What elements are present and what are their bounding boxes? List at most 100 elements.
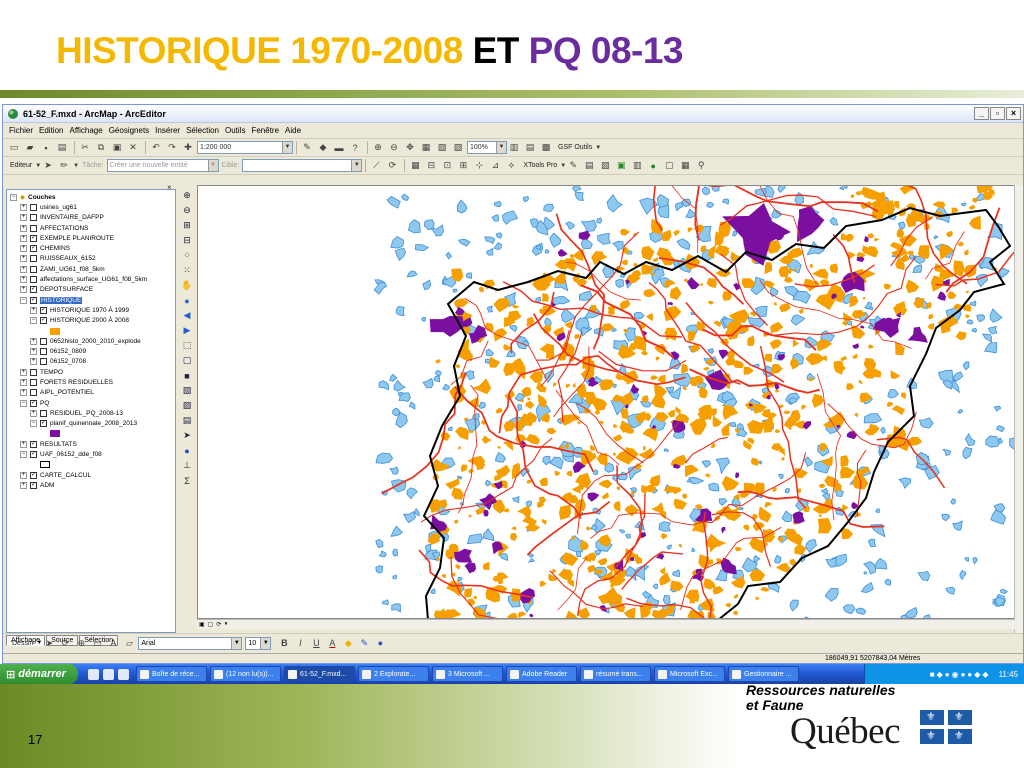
taskbar-button[interactable]: Microsoft Exc... bbox=[654, 666, 725, 682]
chevron-down-icon[interactable]: ▼ bbox=[351, 160, 362, 171]
taskbar-button[interactable]: 61-52_F.mxd... bbox=[284, 666, 355, 682]
layer-visibility-checkbox[interactable] bbox=[30, 276, 37, 284]
layer-visibility-checkbox[interactable]: ✓ bbox=[30, 245, 37, 253]
quick-launch-icon[interactable] bbox=[118, 668, 129, 680]
toc-layer-item[interactable]: − ✓ planif_quinennale_2008_2013 bbox=[10, 419, 175, 429]
close-button[interactable]: × bbox=[1006, 107, 1021, 120]
expand-icon[interactable]: + bbox=[20, 265, 27, 273]
print-icon[interactable]: ▤ bbox=[55, 141, 69, 155]
layer-visibility-checkbox[interactable] bbox=[40, 409, 47, 417]
save-icon[interactable]: ▪ bbox=[39, 141, 53, 155]
layout-zoom-in-icon[interactable]: ⊕ bbox=[371, 141, 385, 155]
sum-sigma-icon[interactable]: Σ bbox=[181, 474, 194, 487]
collapse-icon[interactable]: − bbox=[30, 317, 37, 325]
toc-layer-item[interactable]: + ✓ EXEMPLE PLANIROUTE bbox=[10, 233, 175, 243]
zoom-in-icon[interactable]: ⊕ bbox=[181, 189, 194, 202]
toggle-draft-icon[interactable]: ▥ bbox=[507, 141, 521, 155]
font-combo[interactable]: Arial ▼ bbox=[138, 636, 243, 650]
expand-icon[interactable]: + bbox=[20, 440, 27, 448]
expand-icon[interactable]: + bbox=[30, 358, 37, 366]
draw-menu[interactable]: Dessin bbox=[12, 640, 33, 647]
pointer-arrow-icon[interactable]: ➤ bbox=[181, 429, 194, 442]
zoom-out-icon[interactable]: ⊖ bbox=[181, 204, 194, 217]
undo-icon[interactable]: ↶ bbox=[149, 141, 163, 155]
layer-visibility-checkbox[interactable]: ✓ bbox=[30, 296, 37, 304]
focus-frame-icon[interactable]: ▤ bbox=[523, 141, 537, 155]
menu-affichage[interactable]: Affichage bbox=[69, 126, 102, 135]
toc-layer-item[interactable]: − ✓ PQ bbox=[10, 398, 175, 408]
layer-visibility-checkbox[interactable] bbox=[30, 255, 37, 263]
toc-layer-item[interactable]: +06152_0708 bbox=[10, 357, 175, 367]
topology-icon[interactable]: ⊡ bbox=[440, 159, 454, 173]
whats-this-icon[interactable]: ? bbox=[348, 141, 362, 155]
layout-full-extent-icon[interactable]: ▨ bbox=[451, 141, 465, 155]
rectangle-icon[interactable]: ▭ bbox=[90, 636, 104, 650]
new-text-icon[interactable]: A bbox=[106, 636, 120, 650]
pan-hand-icon[interactable]: ✋ bbox=[181, 279, 194, 292]
toolbar-manager-icon[interactable]: ▩ bbox=[539, 141, 553, 155]
window-titlebar[interactable]: 61-52_F.mxd - ArcMap - ArcEditor _ ▫ × bbox=[3, 105, 1023, 123]
layer-visibility-checkbox[interactable]: ✓ bbox=[30, 440, 37, 448]
font-size-combo[interactable]: 10 ▼ bbox=[245, 636, 272, 650]
full-extent-globe-icon[interactable]: ● bbox=[181, 294, 194, 307]
select-elements-icon[interactable]: ■ bbox=[181, 369, 194, 382]
layout-fixed-zoom-icon[interactable]: ▦ bbox=[419, 141, 433, 155]
expand-icon[interactable]: + bbox=[30, 337, 37, 345]
split-tool-icon[interactable]: ⟋ bbox=[369, 159, 383, 173]
layer-visibility-checkbox[interactable]: ✓ bbox=[30, 234, 37, 242]
toc-layer-item[interactable]: + ✓ CHEMINS bbox=[10, 243, 175, 253]
toc-layer-item[interactable]: − ✓ UAF_06152_dde_f08 bbox=[10, 449, 175, 459]
snapping-icon[interactable]: ⊞ bbox=[456, 159, 470, 173]
report-icon[interactable]: ▢ bbox=[662, 159, 676, 173]
reshape-icon[interactable]: ⊿ bbox=[488, 159, 502, 173]
menu-aide[interactable]: Aide bbox=[285, 126, 301, 135]
expand-icon[interactable]: + bbox=[30, 348, 37, 356]
editor-menu[interactable]: Editeur bbox=[10, 162, 32, 169]
arcmap-window[interactable]: 61-52_F.mxd - ArcMap - ArcEditor _ ▫ × F… bbox=[2, 104, 1024, 664]
select-elements-arrow-icon[interactable]: ➤ bbox=[42, 636, 56, 650]
identify-table-icon[interactable]: ▤ bbox=[582, 159, 596, 173]
toc-layer-item[interactable]: + usines_ug61 bbox=[10, 202, 175, 212]
expand-icon[interactable]: + bbox=[20, 471, 27, 479]
clear-selection-icon[interactable]: ▢ bbox=[181, 354, 194, 367]
layout-pan-icon[interactable]: ✥ bbox=[403, 141, 417, 155]
toc-layer-item[interactable]: − ✓ HISTORIQUE 2000 À 2008 bbox=[10, 316, 175, 326]
paste-icon[interactable]: ▣ bbox=[110, 141, 124, 155]
task-combo[interactable]: Créer une nouvelle entité ▼ bbox=[106, 159, 219, 172]
toc-layer-item[interactable]: + RUISSEAUX_6152 bbox=[10, 254, 175, 264]
toc-layer-item[interactable]: + affectations_surface_UG61_f08_5km bbox=[10, 274, 175, 284]
layer-visibility-checkbox[interactable] bbox=[30, 389, 37, 397]
chevron-down-icon[interactable]: ▼ bbox=[595, 145, 601, 151]
toc-layer-item[interactable]: + ZAMI_UG61_f08_5km bbox=[10, 264, 175, 274]
rotate-tool-icon[interactable]: ⟳ bbox=[385, 159, 399, 173]
redo-icon[interactable]: ↷ bbox=[165, 141, 179, 155]
arctoolbox-icon[interactable]: ◆ bbox=[316, 141, 330, 155]
zoom-grid-icon[interactable]: ⁙ bbox=[181, 264, 194, 277]
html-popup-icon[interactable]: ▤ bbox=[181, 414, 194, 427]
toc-layer-item[interactable]: + ✓ DEPOTSURFACE bbox=[10, 285, 175, 295]
toc-layer-item[interactable]: +06152_0809 bbox=[10, 346, 175, 356]
expand-icon[interactable]: + bbox=[20, 286, 27, 294]
toc-layer-item[interactable]: +0652histo_2000_2010_explode bbox=[10, 336, 175, 346]
back-arrow-icon[interactable]: ◀ bbox=[181, 309, 194, 322]
layer-visibility-checkbox[interactable] bbox=[30, 265, 37, 273]
menu-fichier[interactable]: Fichier bbox=[9, 126, 33, 135]
layer-visibility-checkbox[interactable]: ✓ bbox=[40, 420, 47, 428]
sketch-properties-icon[interactable]: ⊟ bbox=[424, 159, 438, 173]
layer-visibility-checkbox[interactable]: ✓ bbox=[40, 317, 47, 325]
toc-layer-item[interactable]: − ✓ HISTORIQUE bbox=[10, 295, 175, 305]
chevron-down-icon[interactable]: ▼ bbox=[282, 142, 292, 153]
font-color-icon[interactable]: A bbox=[325, 636, 339, 650]
chevron-down-icon[interactable]: ▼ bbox=[260, 637, 271, 649]
collapse-icon[interactable]: − bbox=[20, 296, 27, 304]
gsf-tools-label[interactable]: GSF Outils bbox=[558, 144, 592, 151]
layer-visibility-checkbox[interactable] bbox=[30, 368, 37, 376]
toc-layer-item[interactable]: + TEMPO bbox=[10, 367, 175, 377]
expand-icon[interactable]: + bbox=[20, 245, 27, 253]
collapse-icon[interactable]: − bbox=[20, 451, 27, 459]
expand-icon[interactable]: + bbox=[30, 409, 37, 417]
map-display[interactable] bbox=[197, 185, 1015, 619]
taskbar-button[interactable]: Gestionnaire ... bbox=[728, 666, 799, 682]
table-view-icon[interactable]: ▦ bbox=[678, 159, 692, 173]
menu-geosignets[interactable]: Géosignets bbox=[109, 126, 149, 135]
